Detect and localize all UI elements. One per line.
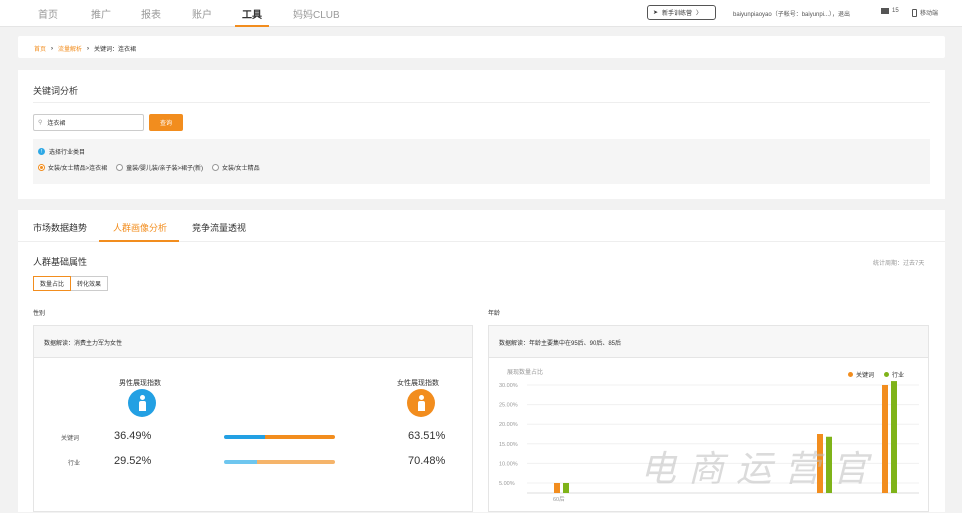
legend-dot-icon	[848, 372, 853, 377]
tab-audience-profile[interactable]: 人群画像分析	[113, 221, 167, 234]
female-pct-keyword: 63.51%	[408, 430, 446, 442]
y-tick-label: 30.00%	[499, 383, 518, 389]
male-index-title: 男性展现指数	[119, 380, 161, 387]
tab-active-indicator	[99, 240, 179, 242]
nav-account[interactable]: 账户	[192, 6, 212, 21]
breadcrumb-current: 关键词：连衣裙	[94, 47, 137, 53]
y-tick-label: 15.00%	[499, 442, 518, 448]
message-count: 15	[892, 8, 899, 14]
nav-reports[interactable]: 报表	[141, 6, 161, 21]
female-index-title: 女性展现指数	[397, 380, 439, 387]
radio-selected-icon	[38, 164, 45, 171]
industry-option-dress[interactable]: 女装/女士精品>连衣裙	[38, 163, 107, 172]
metric-tabs: 数量占比 转化效果	[33, 276, 109, 291]
chevron-right-icon: 〉	[696, 11, 703, 17]
mobile-label: 移动端	[920, 11, 939, 17]
nav-mama-club[interactable]: 妈妈CLUB	[293, 6, 340, 21]
legend-dot-icon	[884, 372, 889, 377]
industry-selector: ! 选择行业类目 女装/女士精品>连衣裙 童装/婴儿装/亲子装>裙子(新) 女装…	[33, 139, 930, 184]
send-icon: ➤	[653, 10, 659, 16]
mobile-link[interactable]: 移动端	[912, 8, 938, 17]
gender-note: 数据解读：消费主力军为女性	[34, 326, 472, 358]
phone-icon	[912, 8, 917, 17]
nav-tools[interactable]: 工具	[242, 6, 262, 21]
male-pct-industry: 29.52%	[114, 455, 152, 467]
row-label-keyword: 关键词	[61, 436, 80, 442]
chevron-right-icon: ›	[51, 45, 54, 52]
chevron-right-icon: ›	[87, 45, 90, 52]
divider	[33, 102, 930, 103]
search-icon: ⚲	[38, 120, 43, 126]
envelope-icon	[881, 8, 889, 14]
y-axis-label: 展现数量占比	[507, 368, 543, 376]
y-tick-label: 10.00%	[499, 461, 518, 467]
radio-icon	[212, 164, 220, 171]
industry-label-text: 选择行业类目	[49, 150, 86, 156]
gender-label: 性别	[33, 311, 46, 317]
industry-option-kids-skirt[interactable]: 童装/婴儿装/亲子装>裙子(新)	[116, 163, 203, 172]
y-tick-label: 25.00%	[499, 403, 518, 409]
trainer-label: 新手训练营	[662, 11, 693, 17]
bar-industry	[563, 483, 569, 493]
y-tick-label: 20.00%	[499, 422, 518, 428]
male-pct-keyword: 36.49%	[114, 430, 152, 442]
messages-link[interactable]: 15	[881, 8, 899, 14]
tab-competition[interactable]: 竞争流量透视	[192, 221, 246, 234]
legend-industry-label: 行业	[892, 373, 905, 379]
nav-active-indicator	[235, 25, 269, 27]
query-button[interactable]: 查询	[149, 114, 183, 131]
industry-options: 女装/女士精品>连衣裙 童装/婴儿装/亲子装>裙子(新) 女装/女士精品	[38, 163, 260, 172]
nav-promotion[interactable]: 推广	[91, 6, 111, 21]
breadcrumb: 首页 › 流量解析 › 关键词：连衣裙	[34, 44, 137, 54]
bar-keyword	[882, 385, 888, 493]
bar-keyword	[554, 483, 560, 493]
watermark: 电商运营官	[640, 449, 881, 490]
row-label-industry: 行业	[68, 461, 81, 467]
female-icon	[407, 389, 435, 417]
gender-panel: 数据解读：消费主力军为女性 男性展现指数 女性展现指数 关键词 36.49% 6…	[33, 325, 473, 512]
stat-period: 统计周期：过去7天	[873, 261, 925, 267]
tab-conversion[interactable]: 转化效果	[71, 276, 109, 291]
option-label: 女装/女士精品	[222, 166, 260, 172]
keyword-analysis-card: 关键词分析 ⚲ 连衣裙 查询 ! 选择行业类目 女装/女士精品>连衣裙 童装/婴…	[18, 70, 945, 199]
industry-option-womens[interactable]: 女装/女士精品	[212, 163, 260, 172]
gender-ratio-bar-keyword	[224, 435, 335, 439]
radio-icon	[116, 164, 124, 171]
tab-quantity-share[interactable]: 数量占比	[33, 276, 72, 291]
legend-keyword-label: 关键词	[856, 373, 875, 379]
option-label: 女装/女士精品>连衣裙	[48, 166, 108, 172]
tab-market-trend[interactable]: 市场数据趋势	[33, 221, 87, 234]
female-pct-industry: 70.48%	[408, 455, 446, 467]
analysis-tabs: 市场数据趋势 人群画像分析 竞争流量透视	[18, 210, 945, 242]
female-share-segment	[264, 435, 335, 439]
keyword-analysis-title: 关键词分析	[33, 86, 79, 96]
nav-home[interactable]: 首页	[38, 6, 58, 21]
top-nav: 首页 推广 报表 账户 工具 妈妈CLUB ➤ 新手训练营 〉 baiyunpi…	[0, 0, 962, 27]
section-title: 人群基础属性	[33, 257, 88, 267]
legend-keyword[interactable]: 关键词	[848, 370, 874, 379]
breadcrumb-card: 首页 › 流量解析 › 关键词：连衣裙	[18, 36, 945, 58]
male-icon	[128, 389, 156, 417]
breadcrumb-home[interactable]: 首页	[34, 44, 46, 53]
search-value: 连衣裙	[47, 121, 66, 127]
male-share-segment	[224, 435, 265, 439]
keyword-search-input[interactable]: ⚲ 连衣裙	[33, 114, 144, 131]
option-label: 童装/婴儿装/亲子装>裙子(新)	[126, 166, 204, 172]
legend-industry[interactable]: 行业	[884, 370, 904, 379]
bar-industry	[891, 381, 897, 493]
x-tick-label: 60后	[553, 495, 565, 503]
trainer-button[interactable]: ➤ 新手训练营 〉	[647, 5, 716, 20]
male-share-segment	[224, 460, 257, 464]
user-info[interactable]: baiyunpiaoyao（子帐号：baiyunpi...），退出	[733, 9, 850, 18]
industry-label: ! 选择行业类目	[38, 147, 85, 156]
info-icon: !	[38, 148, 45, 155]
breadcrumb-traffic[interactable]: 流量解析	[58, 44, 82, 53]
age-label: 年龄	[488, 311, 501, 317]
y-tick-label: 5.00%	[499, 481, 515, 487]
female-share-segment	[256, 460, 335, 464]
gender-ratio-bar-industry	[224, 460, 335, 464]
